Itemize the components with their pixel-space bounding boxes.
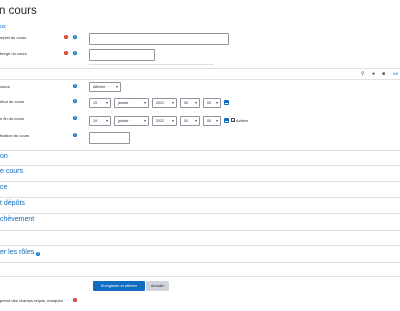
divider <box>0 213 400 214</box>
save-button[interactable]: Enregistrer et afficher <box>93 281 145 291</box>
divider <box>0 276 400 277</box>
section-subtitle[interactable]: ux <box>0 24 6 30</box>
end-day-select[interactable]: 19 <box>89 116 111 126</box>
section-header[interactable]: on <box>0 153 8 160</box>
enable-checkbox[interactable]: ✓ <box>231 118 235 123</box>
start-year-select[interactable]: 2021 <box>152 98 177 108</box>
help-icon[interactable]: ? <box>73 84 77 88</box>
divider <box>89 64 214 65</box>
help-icon[interactable]: ? <box>73 133 77 137</box>
visibility-select[interactable]: Afficher <box>89 82 121 92</box>
divider <box>0 245 400 246</box>
divider <box>0 79 400 80</box>
fullname-input[interactable] <box>89 33 229 45</box>
startdate-label: ébut du cours <box>0 99 25 104</box>
more-link[interactable]: Aff <box>393 71 398 76</box>
section-header[interactable]: e cours <box>0 168 23 175</box>
help-icon[interactable]: ? <box>73 116 77 120</box>
end-minute-select[interactable]: 00 <box>203 116 221 126</box>
enable-label: Activer <box>236 118 249 123</box>
section-header[interactable]: ce <box>0 184 7 191</box>
end-month-select[interactable]: janvier <box>114 116 149 126</box>
messages-icon[interactable]: ■ <box>382 71 385 77</box>
enddate-label: e fin du cours <box>0 116 25 121</box>
start-minute-select[interactable]: 00 <box>203 98 221 108</box>
required-note: prend des champs requis, marqués <box>0 298 63 303</box>
idnumber-label: fication du cours <box>0 133 30 138</box>
required-icon: ! <box>73 298 77 302</box>
help-icon[interactable]: ? <box>73 51 77 55</box>
divider <box>0 165 400 166</box>
start-month-select[interactable]: janvier <box>114 98 149 108</box>
divider <box>0 150 400 151</box>
section-header[interactable]: chèvement <box>0 216 34 223</box>
shortname-label: brégé du cours <box>0 51 27 56</box>
calendar-icon[interactable] <box>224 118 229 123</box>
calendar-icon[interactable] <box>224 100 229 105</box>
section-header[interactable]: t dépôts <box>0 200 25 207</box>
start-day-select[interactable]: 19 <box>89 98 111 108</box>
notification-icon[interactable]: ● <box>372 71 375 77</box>
help-icon[interactable]: ? <box>73 35 77 39</box>
required-icon: ! <box>64 51 68 55</box>
search-icon[interactable]: ⚲ <box>361 71 365 77</box>
required-icon: ! <box>64 35 68 39</box>
divider <box>0 230 400 231</box>
divider <box>0 197 400 198</box>
page-title: n cours <box>0 5 37 17</box>
help-icon[interactable]: ? <box>36 252 40 256</box>
fullname-label: mplet du cours <box>0 35 27 40</box>
section-header[interactable]: er les rôles <box>0 249 34 256</box>
divider <box>0 181 400 182</box>
divider <box>0 262 400 263</box>
divider <box>0 68 400 69</box>
shortname-input[interactable] <box>89 49 155 61</box>
visibility-label: cours <box>0 84 10 89</box>
end-hour-select[interactable]: 00 <box>180 116 200 126</box>
end-year-select[interactable]: 2022 <box>152 116 177 126</box>
start-hour-select[interactable]: 00 <box>180 98 200 108</box>
help-icon[interactable]: ? <box>73 99 77 103</box>
cancel-button[interactable]: Annuler <box>146 281 169 291</box>
idnumber-input[interactable] <box>89 132 130 144</box>
